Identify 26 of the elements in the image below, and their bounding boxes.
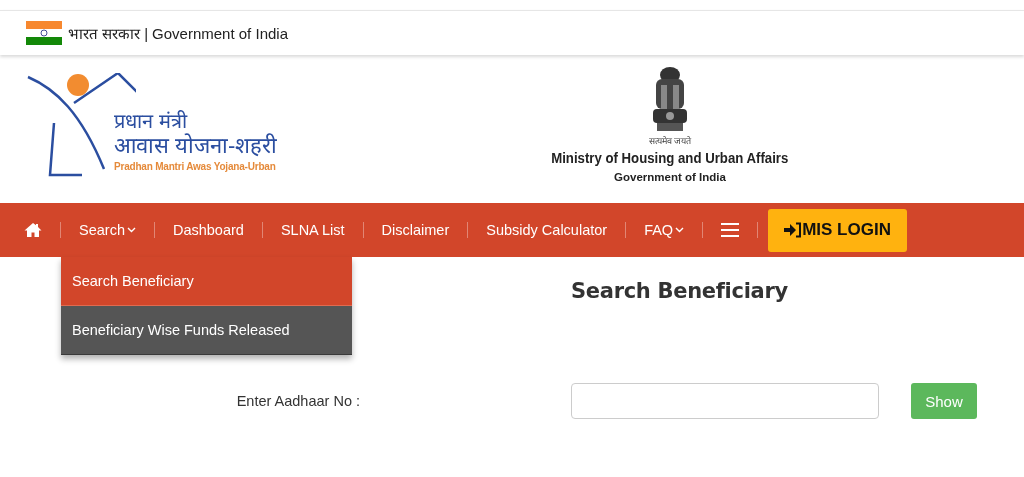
login-button[interactable]: MIS LOGIN bbox=[768, 208, 907, 252]
ministry-name: Ministry of Housing and Urban Affairs bbox=[551, 149, 789, 166]
flag-icon bbox=[26, 21, 62, 45]
show-button[interactable]: Show bbox=[911, 383, 977, 419]
government-label: Government of India bbox=[614, 171, 726, 183]
dropdown-item[interactable]: Beneficiary Wise Funds Released bbox=[61, 306, 352, 355]
home-icon[interactable] bbox=[24, 222, 42, 238]
logo-title: प्रधान मंत्री bbox=[114, 109, 189, 133]
logo-title: आवास योजना-शहरी bbox=[114, 133, 278, 159]
page-title: Search Beneficiary bbox=[571, 279, 788, 303]
nav-link[interactable]: Search bbox=[71, 218, 144, 242]
aadhaar-input[interactable] bbox=[571, 383, 879, 419]
emblem-motto: सत्यमेव जयते bbox=[648, 135, 692, 147]
nav-link[interactable]: FAQ bbox=[636, 218, 693, 242]
hindi-label: भारत सरकार bbox=[68, 24, 141, 43]
dropdown-item[interactable]: Search Beneficiary bbox=[61, 257, 352, 306]
logo-subtitle: Pradhan Mantri Awas Yojana-Urban bbox=[114, 161, 277, 172]
government-label: Government of India bbox=[152, 24, 288, 42]
nav-link[interactable]: Disclaimer bbox=[373, 218, 458, 242]
nav-link[interactable]: Dashboard bbox=[164, 218, 252, 242]
menu-icon[interactable] bbox=[721, 222, 740, 238]
sign-in-icon bbox=[784, 222, 803, 238]
nav-link[interactable]: SLNA List bbox=[272, 218, 353, 242]
field-label: Enter Aadhaar No : bbox=[235, 393, 360, 409]
nav-link[interactable]: Subsidy Calculator bbox=[478, 218, 616, 242]
separator: | bbox=[144, 24, 149, 42]
